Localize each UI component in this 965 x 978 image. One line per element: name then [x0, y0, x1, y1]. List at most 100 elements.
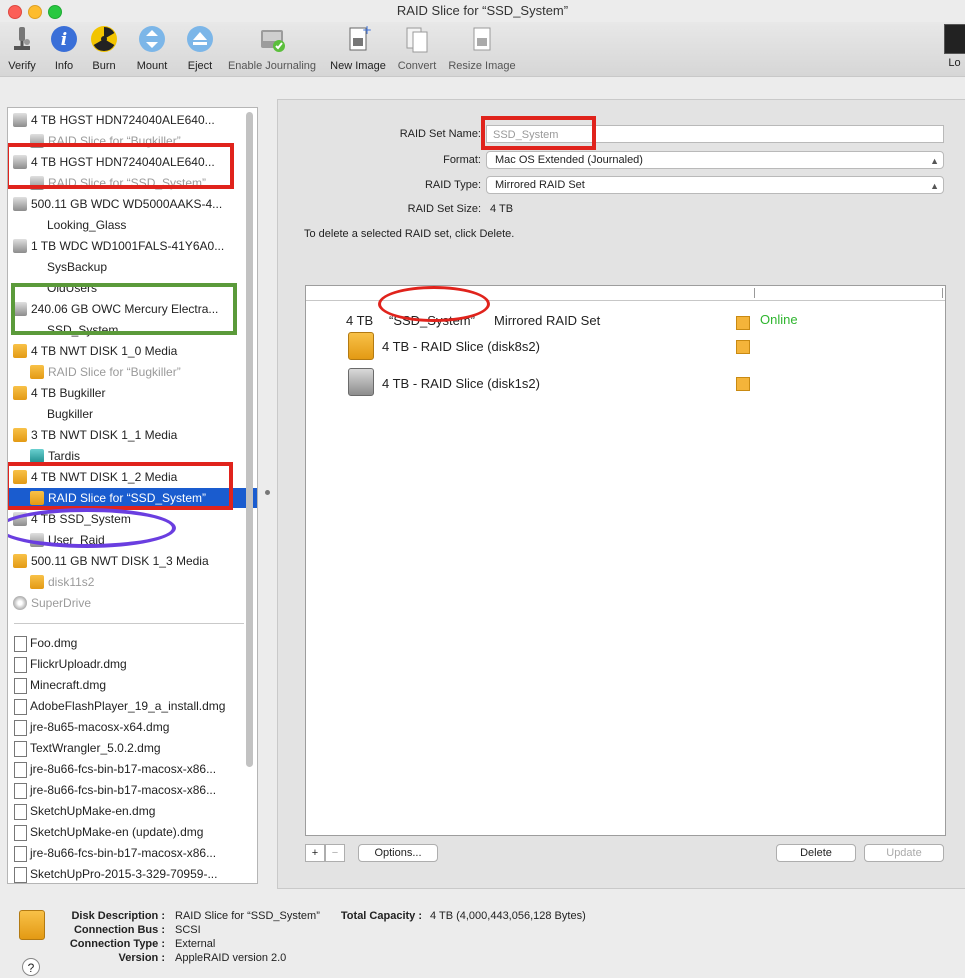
sidebar-device-item[interactable]: SuperDrive	[8, 593, 257, 613]
toolbar: Verify i Info Burn Mount Eject Enable Jo…	[0, 22, 965, 77]
popup-arrows-icon: ▲	[930, 181, 939, 191]
mount-button[interactable]: Mount	[132, 22, 172, 72]
raid-type-popup[interactable]: Mirrored RAID Set ▲	[486, 176, 944, 194]
sidebar-item-label: 4 TB NWT DISK 1_0 Media	[31, 344, 178, 358]
raid-slice-row[interactable]: 4 TB - RAID Slice (disk1s2)	[306, 366, 945, 398]
disk-image-file-icon	[14, 783, 27, 799]
sidebar-image-item[interactable]: jre-8u65-macosx-x64.dmg	[8, 717, 257, 737]
sidebar-item-label: jre-8u66-fcs-bin-b17-macosx-x86...	[30, 783, 217, 797]
raid-set-list[interactable]: 4 TB “SSD_System” Mirrored RAID Set Onli…	[305, 285, 946, 836]
sidebar-device-item[interactable]: 500.11 GB NWT DISK 1_3 Media	[8, 551, 257, 571]
sidebar-image-item[interactable]: FlickrUploadr.dmg	[8, 654, 257, 674]
sidebar-item-label: SuperDrive	[31, 596, 92, 610]
sidebar-image-item[interactable]: Foo.dmg	[8, 633, 257, 653]
sidebar-volume-item[interactable]: SysBackup	[8, 257, 257, 277]
raid-status-online: Online	[760, 312, 798, 327]
sidebar-item-label: RAID Slice for “Bugkiller”	[48, 365, 181, 379]
column-divider	[942, 288, 943, 298]
sidebar-image-item[interactable]: SketchUpMake-en.dmg	[8, 801, 257, 821]
disk-icon	[13, 239, 27, 253]
sidebar-divider	[14, 623, 244, 624]
sidebar-scrollbar[interactable]	[246, 112, 253, 767]
log-button[interactable]: Lo	[944, 22, 965, 69]
column-divider	[754, 288, 755, 298]
sidebar-image-item[interactable]: jre-8u66-fcs-bin-b17-macosx-x86...	[8, 780, 257, 800]
info-icon: i	[51, 26, 77, 52]
disk-icon	[30, 449, 44, 463]
sidebar-device-item[interactable]: 4 TB NWT DISK 1_0 Media	[8, 341, 257, 361]
svg-text:+: +	[362, 24, 372, 37]
raid-slice-row[interactable]: 4 TB - RAID Slice (disk8s2)	[306, 330, 945, 362]
sidebar-volume-item[interactable]: Looking_Glass	[8, 215, 257, 235]
connection-bus-label: Connection Bus :	[73, 924, 165, 936]
window-title: RAID Slice for “SSD_System”	[396, 3, 569, 18]
disk-image-file-icon	[14, 825, 27, 841]
info-button[interactable]: i Info	[46, 22, 82, 72]
window-titlebar: RAID Slice for “SSD_System”	[0, 0, 965, 22]
connection-type-value: External	[175, 938, 216, 950]
sidebar-item-label: AdobeFlashPlayer_19_a_install.dmg	[30, 699, 226, 713]
sidebar-item-label: 500.11 GB NWT DISK 1_3 Media	[31, 554, 209, 568]
raid-set-size: 4 TB	[346, 313, 374, 328]
minimize-window-button[interactable]	[28, 5, 42, 19]
external-disk-icon	[348, 332, 374, 360]
sidebar-device-item[interactable]: 4 TB Bugkiller	[8, 383, 257, 403]
raid-slice-label: 4 TB - RAID Slice (disk1s2)	[382, 376, 540, 391]
device-sidebar[interactable]: 4 TB HGST HDN724040ALE640... RAID Slice f…	[7, 107, 258, 884]
log-icon	[944, 24, 965, 54]
options-button[interactable]: Options...	[358, 844, 438, 862]
remove-raid-button[interactable]: −	[325, 844, 345, 862]
sidebar-image-item[interactable]: jre-8u66-fcs-bin-b17-macosx-x86...	[8, 843, 257, 863]
resize-image-icon	[473, 27, 491, 51]
raid-type-label: RAID Type:	[424, 179, 481, 191]
disk-icon	[13, 113, 27, 127]
disk-icon	[13, 554, 27, 568]
split-handle[interactable]	[265, 490, 270, 495]
update-button[interactable]: Update	[864, 844, 944, 862]
verify-button[interactable]: Verify	[4, 22, 40, 72]
annotation-box	[481, 116, 596, 150]
version-label: Version :	[118, 952, 165, 964]
log-label: Lo	[948, 57, 961, 69]
burn-label: Burn	[92, 60, 116, 72]
sidebar-image-item[interactable]: SketchUpPro-2015-3-329-70959-...	[8, 864, 257, 883]
eject-button[interactable]: Eject	[182, 22, 218, 72]
sidebar-image-item[interactable]: AdobeFlashPlayer_19_a_install.dmg	[8, 696, 257, 716]
sidebar-volume-item[interactable]: RAID Slice for “Bugkiller”	[8, 362, 257, 382]
sidebar-device-item[interactable]: 1 TB WDC WD1001FALS-41Y6A0...	[8, 236, 257, 256]
sidebar-image-item[interactable]: Minecraft.dmg	[8, 675, 257, 695]
format-value: Mac OS Extended (Journaled)	[495, 154, 643, 166]
sidebar-item-label: jre-8u66-fcs-bin-b17-macosx-x86...	[30, 846, 217, 860]
sidebar-image-item[interactable]: TextWrangler_5.0.2.dmg	[8, 738, 257, 758]
annotation-box	[11, 283, 237, 335]
resize-image-label: Resize Image	[448, 60, 516, 72]
delete-button[interactable]: Delete	[776, 844, 856, 862]
sidebar-volume-item[interactable]: Bugkiller	[8, 404, 257, 424]
close-window-button[interactable]	[8, 5, 22, 19]
zoom-window-button[interactable]	[48, 5, 62, 19]
sidebar-device-item[interactable]: 500.11 GB WDC WD5000AAKS-4...	[8, 194, 257, 214]
raid-panel: RAID Set Name: SSD_System Format: Mac OS…	[277, 99, 965, 889]
sidebar-device-item[interactable]: 4 TB HGST HDN724040ALE640...	[8, 110, 257, 130]
disk-icon	[13, 344, 27, 358]
new-image-label: New Image	[330, 60, 386, 72]
disk-image-file-icon	[14, 741, 27, 757]
convert-button[interactable]: Convert	[394, 22, 440, 72]
sidebar-device-item[interactable]: 3 TB NWT DISK 1_1 Media	[8, 425, 257, 445]
new-image-icon: +	[349, 23, 372, 51]
burn-button[interactable]: Burn	[86, 22, 122, 72]
sidebar-item-label: SketchUpMake-en (update).dmg	[30, 825, 204, 839]
mount-label: Mount	[136, 60, 168, 72]
resize-image-button[interactable]: Resize Image	[446, 22, 518, 72]
disk-image-file-icon	[14, 720, 27, 736]
enable-journaling-button[interactable]: Enable Journaling	[224, 22, 320, 72]
sidebar-image-item[interactable]: jre-8u66-fcs-bin-b17-macosx-x86...	[8, 759, 257, 779]
add-raid-button[interactable]: +	[305, 844, 325, 862]
sidebar-item-label: jre-8u65-macosx-x64.dmg	[30, 720, 170, 734]
format-popup[interactable]: Mac OS Extended (Journaled) ▲	[486, 151, 944, 169]
sidebar-image-item[interactable]: SketchUpMake-en (update).dmg	[8, 822, 257, 842]
connection-bus-value: SCSI	[175, 924, 201, 936]
new-image-button[interactable]: + New Image	[326, 22, 390, 72]
raid-type-value: Mirrored RAID Set	[495, 179, 585, 191]
sidebar-volume-item[interactable]: disk11s2	[8, 572, 257, 592]
